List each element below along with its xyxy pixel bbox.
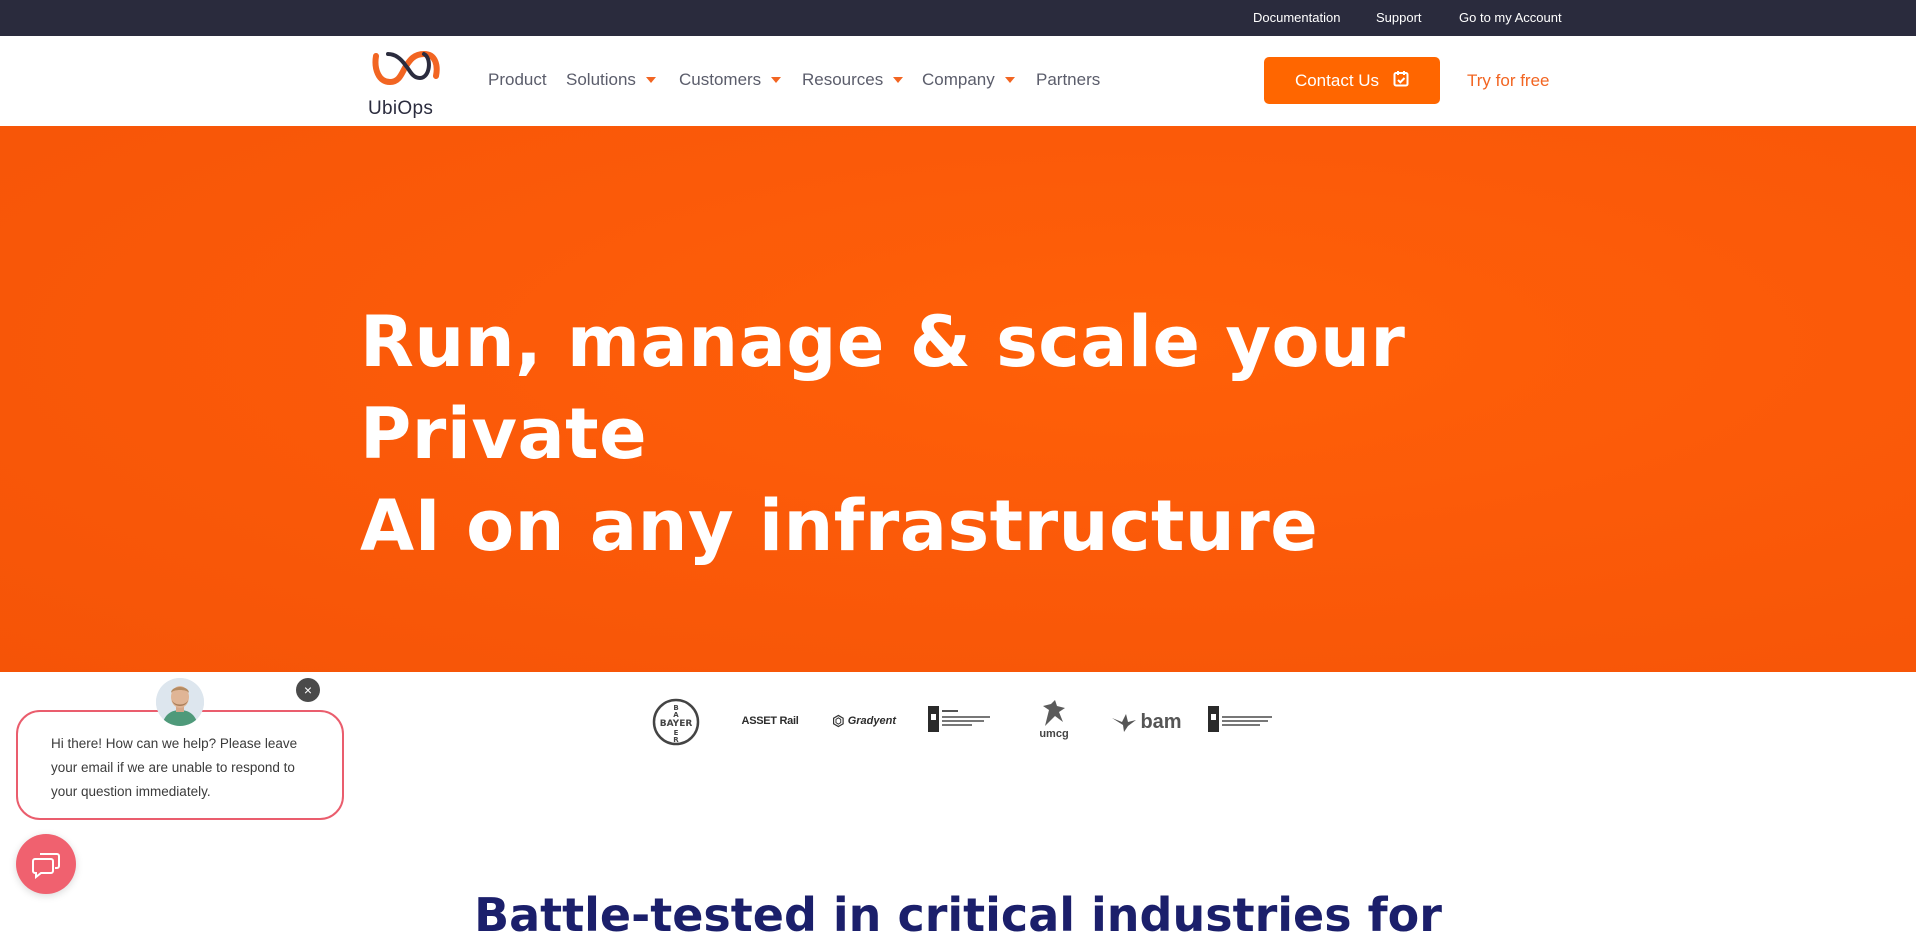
- caret-down-icon: [1004, 76, 1015, 83]
- chat-message-text: Hi there! How can we help? Please leave …: [51, 736, 298, 799]
- nav-product[interactable]: Product: [488, 70, 547, 90]
- chat-agent-avatar: [156, 678, 204, 726]
- nav-solutions-label: Solutions: [566, 70, 636, 89]
- nav-customers-label: Customers: [679, 70, 762, 89]
- documentation-link[interactable]: Documentation: [1253, 10, 1340, 25]
- contact-us-label: Contact Us: [1294, 70, 1380, 90]
- ubiops-logo[interactable]: UbiOps: [368, 48, 444, 119]
- chat-message-bubble[interactable]: Hi there! How can we help? Please leave …: [16, 710, 344, 820]
- svg-text:A: A: [673, 711, 679, 719]
- caret-down-icon: [645, 76, 656, 83]
- chat-launcher-button[interactable]: [16, 834, 76, 894]
- ministry-logo-2: [1208, 706, 1274, 734]
- brand-name: UbiOps: [368, 98, 434, 119]
- svg-text:R: R: [673, 736, 679, 744]
- nav-resources[interactable]: Resources: [802, 70, 904, 90]
- gradyent-mark-icon: [832, 714, 844, 728]
- nav-company[interactable]: Company: [922, 70, 1015, 90]
- calendar-check-icon: [1393, 70, 1409, 92]
- caret-down-icon: [771, 76, 782, 83]
- chat-close-button[interactable]: ×: [296, 678, 320, 702]
- hero-title-line-2: AI on any infrastructure: [360, 485, 1319, 567]
- main-navbar: UbiOps Product Solutions Customers Resou…: [0, 36, 1916, 126]
- support-link[interactable]: Support: [1376, 10, 1422, 25]
- asset-rail-text: ASSET Rail: [741, 715, 799, 727]
- bam-bird-icon: [1112, 714, 1137, 732]
- umcg-logo: umcg: [1032, 698, 1076, 742]
- asset-rail-logo: ASSET Rail: [736, 710, 804, 732]
- hero-title-line-1: Run, manage & scale your Private: [360, 301, 1406, 475]
- hero-banner: Run, manage & scale your Private AI on a…: [0, 126, 1916, 672]
- gradyent-logo: Gradyent: [832, 710, 896, 732]
- bam-text: bam: [1140, 710, 1182, 733]
- svg-text:BAYER: BAYER: [660, 719, 693, 729]
- chat-bubbles-icon: [32, 853, 60, 879]
- close-icon: ×: [303, 682, 313, 698]
- umcg-text: umcg: [1039, 728, 1069, 740]
- gradyent-text: Gradyent: [847, 715, 896, 727]
- nav-resources-label: Resources: [802, 70, 884, 89]
- umcg-mark-icon: [1043, 700, 1065, 726]
- bam-logo: bam: [1112, 708, 1182, 736]
- nav-solutions[interactable]: Solutions: [566, 70, 656, 90]
- ubiops-logo-mark: [372, 50, 440, 86]
- go-to-account-link[interactable]: Go to my Account: [1459, 10, 1562, 25]
- contact-us-button[interactable]: Contact Us: [1264, 57, 1440, 104]
- caret-down-icon: [893, 76, 904, 83]
- bayer-logo: BAYER B A E R: [652, 698, 700, 746]
- top-utility-bar: Documentation Support Go to my Account: [0, 0, 1916, 36]
- nav-company-label: Company: [922, 70, 995, 89]
- nav-customers[interactable]: Customers: [679, 70, 782, 90]
- nav-product-label: Product: [488, 70, 547, 89]
- hero-title: Run, manage & scale your Private AI on a…: [360, 296, 1560, 572]
- section-heading: Battle-tested in critical industries for: [474, 888, 1442, 942]
- ministry-logo-1: [928, 706, 992, 734]
- nav-partners-label: Partners: [1036, 70, 1101, 89]
- try-for-free-link[interactable]: Try for free: [1467, 71, 1550, 91]
- nav-partners[interactable]: Partners: [1036, 70, 1100, 90]
